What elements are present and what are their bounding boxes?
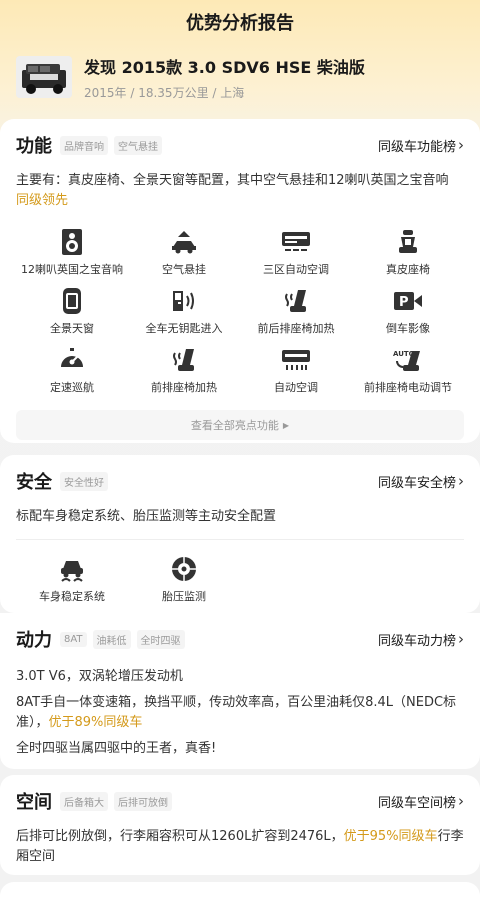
- power-drive: 全时四驱当属四驱中的王者，真香!: [16, 741, 217, 756]
- feature-item[interactable]: 前排座椅加热: [128, 345, 240, 404]
- power-engine: 3.0T V6，双涡轮增压发动机: [16, 669, 183, 684]
- sunroof-icon: [55, 286, 89, 316]
- chevron-right-icon: ›: [458, 472, 464, 490]
- cruise-control-icon: [55, 345, 89, 375]
- feature-item[interactable]: 空气悬挂: [128, 227, 240, 286]
- car-thumbnail: [16, 56, 72, 98]
- function-title: 功能: [16, 136, 52, 157]
- space-desc: 后排可比例放倒，行李厢容积可从1260L扩容到2476L，优于95%同级车行李厢…: [16, 829, 464, 864]
- chevron-right-icon: ›: [458, 792, 464, 810]
- function-card: 功能 品牌音响 空气悬挂 同级车功能榜 › 主要有：真皮座椅、全景天窗等配置，其中…: [0, 119, 480, 443]
- space-tag: 后备箱大: [60, 791, 108, 811]
- feature-item[interactable]: 全景天窗: [16, 286, 128, 345]
- power-tag: 油耗低: [92, 629, 131, 649]
- reverse-camera-icon: P: [391, 286, 425, 316]
- power-tag: 全时四驱: [136, 629, 185, 649]
- auto-ac-icon: [279, 345, 313, 375]
- seat-heating-icon: [279, 286, 313, 316]
- speaker-icon: [55, 227, 89, 257]
- safety-tag: 安全性好: [60, 471, 108, 491]
- feature-item[interactable]: 胎压监测: [128, 554, 240, 613]
- power-title: 动力: [16, 630, 52, 651]
- function-tag: 空气悬挂: [114, 135, 162, 155]
- power-card: 动力 8AT 油耗低 全时四驱 同级车动力榜 › 3.0T V6，双涡轮增压发动机…: [0, 613, 480, 769]
- feature-item[interactable]: 车身稳定系统: [16, 554, 128, 613]
- space-tag: 后排可放倒: [114, 791, 172, 811]
- power-seat-icon: AUTO: [391, 345, 425, 375]
- feature-item[interactable]: 前后排座椅加热: [240, 286, 352, 345]
- next-card-peek: [0, 882, 480, 920]
- feature-item[interactable]: 三区自动空调: [240, 227, 352, 286]
- view-all-features-button[interactable]: 查看全部亮点功能 ▶: [16, 410, 464, 440]
- keyless-entry-icon: [167, 286, 201, 316]
- ac-tri-zone-icon: [279, 227, 313, 257]
- stability-control-icon: [55, 554, 89, 584]
- function-rank-link[interactable]: 同级车功能榜 ›: [378, 136, 464, 155]
- car-name: 发现 2015款 3.0 SDV6 HSE 柴油版: [84, 57, 365, 77]
- svg-text:P: P: [399, 295, 409, 310]
- safety-card: 安全 安全性好 同级车安全榜 › 标配车身稳定系统、胎压监测等主动安全配置 车身稳…: [0, 455, 480, 613]
- air-suspension-icon: [167, 227, 201, 257]
- front-seat-heating-icon: [167, 345, 201, 375]
- power-transmission: 8AT手自一体变速箱，换挡平顺，传动效率高，百公里油耗仅8.4L（NEDC标准）…: [16, 695, 457, 730]
- space-title: 空间: [16, 792, 52, 813]
- feature-item[interactable]: AUTO 前排座椅电动调节: [352, 345, 464, 404]
- safety-desc: 标配车身稳定系统、胎压监测等主动安全配置: [16, 509, 277, 524]
- car-meta: 2015年 / 18.35万公里 / 上海: [84, 85, 245, 100]
- triangle-right-icon: ▶: [282, 420, 290, 430]
- chevron-right-icon: ›: [458, 136, 464, 154]
- space-highlight: 优于95%同级车: [343, 829, 438, 844]
- divider: [16, 539, 464, 540]
- safety-feature-grid: 车身稳定系统 胎压监测: [16, 554, 464, 613]
- feature-item[interactable]: 全车无钥匙进入: [128, 286, 240, 345]
- space-card: 空间 后备箱大 后排可放倒 同级车空间榜 › 后排可比例放倒，行李厢容积可从126…: [0, 775, 480, 875]
- leather-seat-icon: [391, 227, 425, 257]
- space-rank-link[interactable]: 同级车空间榜 ›: [378, 792, 464, 811]
- feature-item[interactable]: P 倒车影像: [352, 286, 464, 345]
- function-feature-grid: 12喇叭英国之宝音响 空气悬挂 三区自动空调 真皮座椅 全景天窗 全车无钥匙进入…: [16, 227, 464, 404]
- safety-title: 安全: [16, 472, 52, 493]
- function-desc: 主要有：真皮座椅、全景天窗等配置，其中空气悬挂和12喇叭英国之宝音响 同级领先: [16, 173, 449, 208]
- feature-item[interactable]: 12喇叭英国之宝音响: [16, 227, 128, 286]
- chevron-right-icon: ›: [458, 630, 464, 648]
- feature-item[interactable]: 自动空调: [240, 345, 352, 404]
- page-title: 优势分析报告: [186, 13, 294, 34]
- feature-item[interactable]: 真皮座椅: [352, 227, 464, 286]
- power-highlight: 优于89%同级车: [48, 715, 143, 730]
- feature-item[interactable]: 定速巡航: [16, 345, 128, 404]
- power-tag: 8AT: [60, 631, 87, 647]
- car-header: 发现 2015款 3.0 SDV6 HSE 柴油版 2015年 / 18.35万…: [0, 44, 480, 104]
- tire-pressure-icon: [167, 554, 201, 584]
- function-tag: 品牌音响: [60, 135, 108, 155]
- function-highlight: 同级领先: [16, 193, 69, 208]
- safety-rank-link[interactable]: 同级车安全榜 ›: [378, 472, 464, 491]
- power-rank-link[interactable]: 同级车动力榜 ›: [378, 630, 464, 649]
